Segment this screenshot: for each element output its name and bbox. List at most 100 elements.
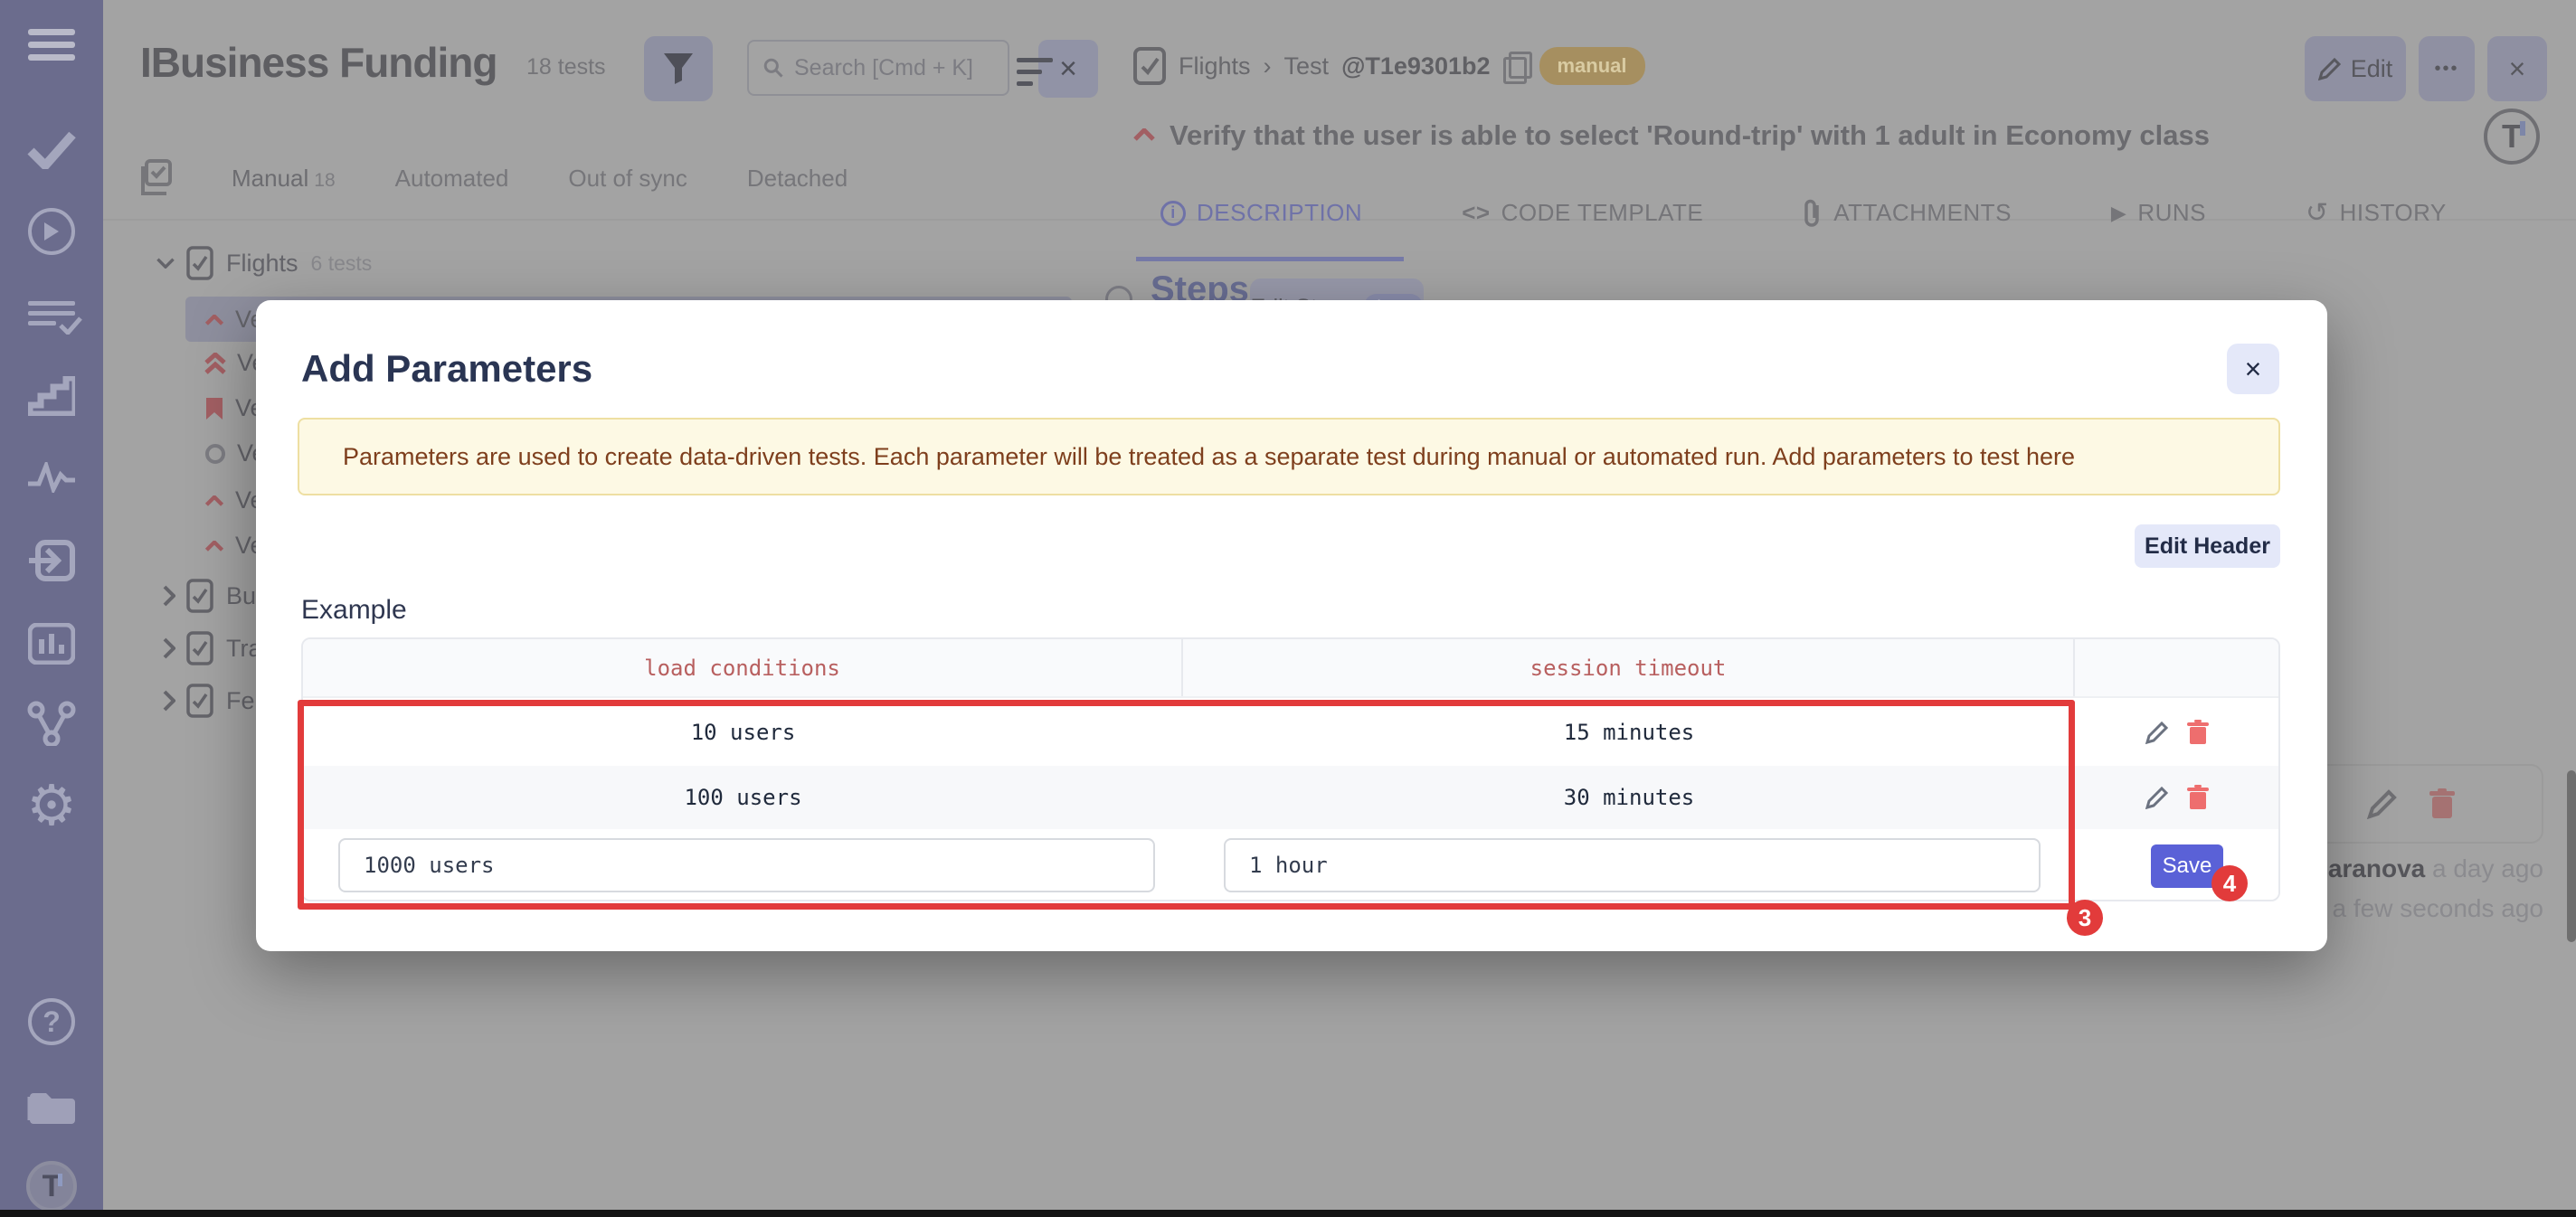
search-input[interactable] <box>794 55 993 81</box>
file-icon <box>186 579 213 613</box>
chevron-right-icon <box>163 585 175 607</box>
edit-test-button[interactable]: Edit <box>2305 36 2406 101</box>
tab-out-of-sync[interactable]: Out of sync <box>568 165 687 193</box>
table-header-row: load conditions session timeout <box>303 639 2278 698</box>
tree-folder-fe[interactable]: Fe <box>163 684 255 718</box>
steps-stairs-icon[interactable] <box>0 373 103 420</box>
tests-count: 18 tests <box>526 54 606 80</box>
analytics-chart-icon[interactable] <box>0 618 103 669</box>
annotation-badge-3: 3 <box>2067 900 2103 936</box>
hamburger-menu-icon[interactable] <box>0 22 103 67</box>
filter-tabs: Manual18 Automated Out of sync Detached <box>136 159 848 197</box>
test-id: @T1e9301b2 <box>1341 52 1490 80</box>
header-actions: Edit ••• × <box>2305 36 2547 101</box>
tab-detached[interactable]: Detached <box>747 165 848 193</box>
manual-badge: manual <box>1539 47 1645 85</box>
delete-row-button[interactable] <box>2187 785 2209 810</box>
pencil-icon <box>2145 786 2169 809</box>
tab-automated[interactable]: Automated <box>395 165 509 193</box>
edit-row-button[interactable] <box>2145 785 2169 810</box>
detail-tabs: i DESCRIPTION <> CODE TEMPLATE ATTACHMEN… <box>1160 197 2447 229</box>
filter-lines-icon[interactable] <box>1017 51 1053 93</box>
test-title: Verify that the user is able to select '… <box>1133 119 2400 152</box>
runs-play-icon[interactable] <box>0 206 103 257</box>
projects-folder-icon[interactable] <box>0 1080 103 1130</box>
cell-session-timeout: 30 minutes <box>1183 785 2075 810</box>
app-screen: ⚙ ? T IBusiness Funding 18 tests × Fligh… <box>0 0 2576 1217</box>
tab-code-template[interactable]: <> CODE TEMPLATE <box>1462 197 1703 229</box>
branch-icon[interactable] <box>0 698 103 749</box>
tests-check-icon[interactable] <box>0 127 103 172</box>
tree-folder-flights[interactable]: Flights 6 tests <box>156 246 372 280</box>
new-parameter-row: Save <box>303 829 2278 901</box>
breadcrumb-section[interactable]: Flights <box>1179 52 1251 80</box>
delete-row-button[interactable] <box>2187 720 2209 745</box>
filter-button[interactable] <box>644 36 713 101</box>
file-icon <box>186 631 213 665</box>
pencil-icon <box>2145 721 2169 744</box>
import-icon[interactable] <box>0 535 103 586</box>
test-plans-icon[interactable] <box>0 289 103 336</box>
cell-load-conditions: 10 users <box>303 720 1183 745</box>
pencil-icon <box>2318 57 2342 80</box>
parameters-table: load conditions session timeout 10 users… <box>301 637 2280 901</box>
chevron-right-icon <box>163 690 175 712</box>
edit-row-button[interactable] <box>2145 720 2169 745</box>
cell-session-timeout: 15 minutes <box>1183 720 2075 745</box>
add-parameters-modal: Add Parameters × Parameters are used to … <box>256 300 2327 951</box>
cell-load-conditions: 100 users <box>303 785 1183 810</box>
modal-close-button[interactable]: × <box>2227 344 2279 394</box>
bookmark-icon <box>204 396 224 421</box>
search-box[interactable] <box>747 40 1009 96</box>
tab-history[interactable]: ↺ HISTORY <box>2306 197 2447 229</box>
checklist-icon[interactable] <box>136 159 172 197</box>
author-avatar[interactable]: T <box>2484 108 2540 165</box>
modal-title: Add Parameters <box>301 347 592 391</box>
screen-bottom-edge <box>0 1210 2576 1217</box>
pulse-activity-icon[interactable] <box>0 458 103 497</box>
test-doc-icon <box>1133 47 1166 85</box>
priority-normal-icon <box>204 443 226 465</box>
scrollbar-thumb[interactable] <box>2567 770 2576 942</box>
play-icon: ▶ <box>2111 202 2126 225</box>
project-title: IBusiness Funding <box>140 38 497 87</box>
settings-gear-icon[interactable]: ⚙ <box>0 778 103 832</box>
left-icon-rail: ⚙ ? T <box>0 0 103 1217</box>
chevron-down-icon <box>156 258 175 269</box>
annotation-badge-4: 4 <box>2211 865 2248 901</box>
tab-attachments[interactable]: ATTACHMENTS <box>1803 197 2012 229</box>
file-icon <box>186 684 213 718</box>
session-timeout-input[interactable] <box>1224 838 2041 892</box>
tree-folder-tra[interactable]: Tra <box>163 631 262 665</box>
paperclip-icon <box>1803 198 1823 229</box>
tree-folder-bu[interactable]: Bu <box>163 579 256 613</box>
testomat-logo-icon[interactable]: T <box>0 1159 103 1213</box>
trash-icon[interactable] <box>2429 788 2456 820</box>
close-test-button[interactable]: × <box>2487 36 2547 101</box>
info-banner: Parameters are used to create data-drive… <box>298 418 2280 495</box>
trash-icon <box>2187 785 2209 810</box>
more-actions-button[interactable]: ••• <box>2419 36 2475 101</box>
breadcrumb-separator: › <box>1264 52 1272 80</box>
active-tab-underline <box>1136 257 1404 261</box>
info-icon: i <box>1160 201 1186 226</box>
help-icon[interactable]: ? <box>0 996 103 1047</box>
pencil-icon[interactable] <box>2367 788 2398 819</box>
history-icon: ↺ <box>2306 197 2329 229</box>
funnel-icon <box>663 52 694 85</box>
column-header: session timeout <box>1183 639 2075 696</box>
search-icon <box>763 54 783 81</box>
trash-icon <box>2187 720 2209 745</box>
tab-description[interactable]: i DESCRIPTION <box>1160 197 1362 229</box>
edit-header-button[interactable]: Edit Header <box>2135 524 2280 568</box>
tab-runs[interactable]: ▶ RUNS <box>2111 197 2206 229</box>
tab-manual[interactable]: Manual18 <box>232 165 336 193</box>
copy-icon[interactable] <box>1503 52 1527 80</box>
table-row: 10 users 15 minutes <box>303 698 2278 766</box>
priority-high-icon <box>204 541 224 552</box>
breadcrumb-test-label: Test <box>1284 52 1330 80</box>
load-conditions-input[interactable] <box>338 838 1155 892</box>
chevron-right-icon <box>163 637 175 659</box>
code-icon: <> <box>1462 199 1490 227</box>
table-row: 100 users 30 minutes <box>303 766 2278 829</box>
